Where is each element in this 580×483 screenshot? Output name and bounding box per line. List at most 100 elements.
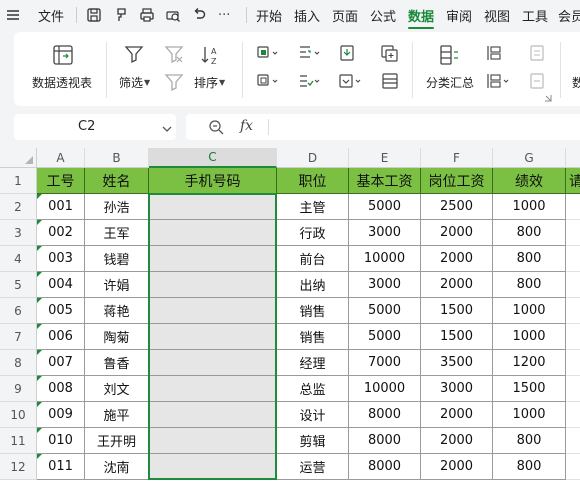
save-icon[interactable]: [86, 0, 102, 30]
table-cell[interactable]: 销售: [277, 298, 349, 324]
consolidate-icon[interactable]: [380, 44, 400, 62]
tab-data[interactable]: 数据: [408, 0, 435, 30]
table-cell[interactable]: 主管: [277, 194, 349, 220]
table-cell[interactable]: 总监: [277, 376, 349, 402]
clear-filter-icon[interactable]: [164, 44, 184, 64]
dropdown-list-icon[interactable]: [338, 72, 364, 90]
tab-page[interactable]: 页面: [332, 0, 358, 30]
table-cell[interactable]: [566, 220, 580, 246]
table-cell[interactable]: 剪辑: [277, 428, 349, 454]
file-menu[interactable]: 文件: [38, 0, 64, 30]
row-header-2[interactable]: 2: [0, 194, 37, 220]
column-header-d[interactable]: D: [277, 148, 349, 168]
show-detail-icon[interactable]: [528, 44, 548, 62]
name-box[interactable]: C2: [14, 114, 176, 140]
phone-cell[interactable]: [149, 324, 277, 350]
undo-icon[interactable]: [191, 0, 207, 30]
row-header-5[interactable]: 5: [0, 272, 37, 298]
table-cell[interactable]: 5000: [349, 298, 421, 324]
hamburger-menu-icon[interactable]: [6, 0, 20, 30]
table-cell[interactable]: 1000: [493, 324, 566, 350]
table-cell[interactable]: 3500: [421, 350, 493, 376]
table-cell[interactable]: [566, 402, 580, 428]
table-cell[interactable]: [566, 454, 580, 480]
row-header-1[interactable]: 1: [0, 168, 37, 194]
table-cell[interactable]: 10000: [349, 246, 421, 272]
table-cell[interactable]: 3000: [421, 376, 493, 402]
phone-cell[interactable]: [149, 428, 277, 454]
tab-review[interactable]: 审阅: [446, 0, 472, 30]
table-cell[interactable]: 800: [493, 428, 566, 454]
subtotal-button[interactable]: 分类汇总: [426, 74, 474, 91]
tab-formula[interactable]: 公式: [370, 0, 396, 30]
table-cell[interactable]: 007: [37, 350, 85, 376]
subtotal-icon[interactable]: [438, 44, 460, 66]
tab-tools[interactable]: 工具: [522, 0, 548, 30]
header-cell[interactable]: 绩效: [493, 168, 566, 194]
row-header-3[interactable]: 3: [0, 220, 37, 246]
table-cell[interactable]: 8000: [349, 428, 421, 454]
table-cell[interactable]: 800: [493, 454, 566, 480]
table-cell[interactable]: 出纳: [277, 272, 349, 298]
table-cell[interactable]: 施平: [85, 402, 149, 428]
table-cell[interactable]: [566, 428, 580, 454]
filter-button[interactable]: 筛选 ▼: [119, 74, 150, 91]
column-header-f[interactable]: F: [421, 148, 493, 168]
tab-home[interactable]: 开始: [256, 0, 282, 30]
table-cell[interactable]: [566, 246, 580, 272]
table-cell[interactable]: 1000: [493, 194, 566, 220]
header-cell[interactable]: 姓名: [85, 168, 149, 194]
column-header-a[interactable]: A: [37, 148, 85, 168]
table-cell[interactable]: 1200: [493, 350, 566, 376]
table-cell[interactable]: 008: [37, 376, 85, 402]
row-header-6[interactable]: 6: [0, 298, 37, 324]
records-icon[interactable]: [380, 72, 400, 90]
table-cell[interactable]: [566, 350, 580, 376]
table-cell[interactable]: 1000: [493, 402, 566, 428]
table-cell[interactable]: 2000: [421, 220, 493, 246]
zoom-icon[interactable]: [208, 119, 224, 139]
table-cell[interactable]: [566, 324, 580, 350]
table-cell[interactable]: 002: [37, 220, 85, 246]
ungroup-icon[interactable]: [484, 72, 512, 90]
header-cell[interactable]: 职位: [277, 168, 349, 194]
duplicates-icon[interactable]: [256, 44, 282, 62]
column-header-b[interactable]: B: [85, 148, 149, 168]
table-cell[interactable]: 8000: [349, 454, 421, 480]
table-cell[interactable]: [566, 272, 580, 298]
table-cell[interactable]: 2000: [421, 454, 493, 480]
group-icon[interactable]: [484, 44, 504, 62]
table-cell[interactable]: 2000: [421, 246, 493, 272]
table-cell[interactable]: 3000: [349, 220, 421, 246]
table-cell[interactable]: 王开明: [85, 428, 149, 454]
table-cell[interactable]: 孙浩: [85, 194, 149, 220]
table-cell[interactable]: 1500: [421, 324, 493, 350]
table-cell[interactable]: 010: [37, 428, 85, 454]
phone-cell[interactable]: [149, 454, 277, 480]
column-header-e[interactable]: E: [349, 148, 421, 168]
row-header-12[interactable]: 12: [0, 454, 37, 480]
table-cell[interactable]: 蒋艳: [85, 298, 149, 324]
table-cell[interactable]: 10000: [349, 376, 421, 402]
column-header-h[interactable]: [566, 148, 580, 168]
table-cell[interactable]: 1000: [493, 298, 566, 324]
table-cell[interactable]: 许娟: [85, 272, 149, 298]
table-cell[interactable]: 鲁香: [85, 350, 149, 376]
fx-icon[interactable]: fx: [240, 118, 253, 134]
table-cell[interactable]: 001: [37, 194, 85, 220]
table-cell[interactable]: 1500: [421, 298, 493, 324]
column-header-c[interactable]: C: [149, 148, 277, 168]
header-cell[interactable]: 手机号码: [149, 168, 277, 194]
header-cell[interactable]: 工号: [37, 168, 85, 194]
pivot-table-icon[interactable]: [52, 44, 74, 66]
table-cell[interactable]: 003: [37, 246, 85, 272]
phone-cell[interactable]: [149, 194, 277, 220]
reapply-filter-icon[interactable]: [164, 72, 184, 92]
row-header-4[interactable]: 4: [0, 246, 37, 272]
dialog-launcher-icon[interactable]: [544, 94, 552, 102]
table-cell[interactable]: 009: [37, 402, 85, 428]
data-cut-label[interactable]: 数: [572, 74, 580, 91]
table-cell[interactable]: 005: [37, 298, 85, 324]
table-cell[interactable]: 2000: [421, 402, 493, 428]
table-cell[interactable]: 刘文: [85, 376, 149, 402]
